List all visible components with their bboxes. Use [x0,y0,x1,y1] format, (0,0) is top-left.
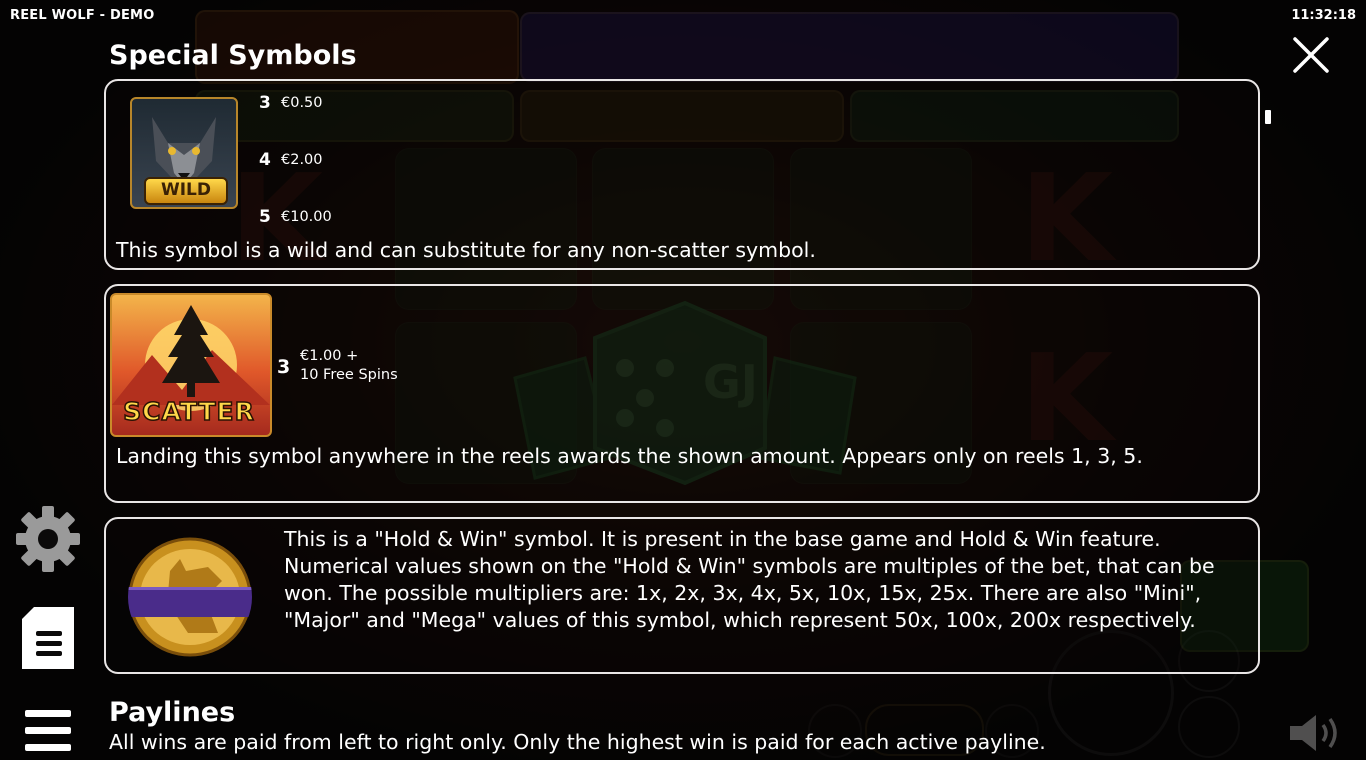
scatter-payout-count: 3 [277,356,291,378]
document-icon [22,607,74,669]
scatter-symbol-image: SCATTER [110,293,272,437]
scatter-payout-line1: €1.00 + [300,348,359,364]
payout-amount: €10.00 [281,209,332,225]
close-button[interactable] [1290,34,1332,76]
paylines-title: Paylines [109,697,236,728]
gear-icon [16,506,80,572]
payout-amount: €0.50 [281,95,323,111]
speaker-icon [1290,715,1337,751]
hold-win-description: This is a "Hold & Win" symbol. It is pre… [284,527,1215,632]
scatter-payout-line2: 10 Free Spins [300,367,398,383]
wild-symbol-panel: WILD 3 €0.50 4 €2.00 5 €10.00 This symbo… [104,79,1260,270]
wild-symbol-image: WILD [130,97,238,209]
menu-button[interactable] [25,708,71,758]
scatter-label: SCATTER [122,396,255,427]
settings-button[interactable] [16,505,80,577]
paytable-button[interactable] [22,607,74,675]
menu-icon [25,710,71,751]
special-symbols-title: Special Symbols [109,40,357,71]
wild-payout-3: 3 €0.50 [259,93,323,113]
hold-win-symbol-panel: This is a "Hold & Win" symbol. It is pre… [104,517,1260,674]
payout-count: 5 [259,207,271,227]
scrollbar-thumb[interactable] [1265,110,1271,124]
hold-win-coin-image [128,537,252,657]
scatter-payout-amount: €1.00 + 10 Free Spins [300,347,398,385]
wild-payout-4: 4 €2.00 [259,150,323,170]
payout-count: 3 [259,93,271,113]
wolf-coin-icon [128,537,252,657]
wild-payout-5: 5 €10.00 [259,207,332,227]
scatter-symbol-panel: SCATTER 3 €1.00 + 10 Free Spins Landing … [104,284,1260,503]
app-title: REEL WOLF - DEMO [10,8,155,23]
paylines-description: All wins are paid from left to right onl… [109,730,1046,754]
sound-button[interactable] [1290,713,1348,757]
payout-count: 4 [259,150,271,170]
clock: 11:32:18 [1291,8,1356,23]
payout-amount: €2.00 [281,152,323,168]
wild-label: WILD [144,177,228,205]
wild-description: This symbol is a wild and can substitute… [116,238,816,262]
scatter-description: Landing this symbol anywhere in the reel… [116,444,1143,468]
close-icon [1293,37,1329,73]
